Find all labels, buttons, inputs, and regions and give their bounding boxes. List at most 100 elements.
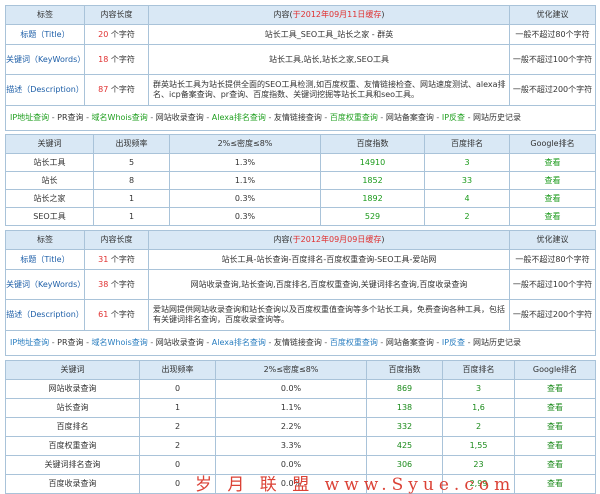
frequency-cell: 1 [93, 207, 170, 226]
google-view-link[interactable]: 查看 [514, 379, 596, 399]
tool-link[interactable]: 百度权重查询 [330, 113, 378, 122]
baidu-rank-link[interactable]: 1,6 [442, 398, 515, 418]
cache-date: 于2012年09月09日缓存 [292, 235, 382, 244]
meta-table-2: 标签 内容长度 内容(于2012年09月09日缓存) 优化建议 标题（Title… [5, 230, 596, 356]
advice-cell: 一般不超过100个字符 [509, 44, 596, 75]
content-cell: 群英站长工具为站长提供全面的SEO工具检测,如百度权重、友情链接检查、网站速度测… [148, 74, 510, 106]
google-view-link[interactable]: 查看 [514, 436, 596, 456]
col-header-keyword: 关键词 [5, 360, 140, 380]
table-row: SEO工具 1 0.3% 529 2 查看 [5, 207, 596, 226]
baidu-rank-link[interactable]: 1,55 [442, 436, 515, 456]
baidu-rank-link[interactable]: 2 [442, 417, 515, 437]
google-view-link[interactable]: 查看 [509, 207, 596, 226]
baidu-index-link[interactable]: 332 [366, 417, 443, 437]
tool-link[interactable]: 网站备案查询 [386, 113, 434, 122]
google-view-link[interactable]: 查看 [509, 189, 596, 208]
tool-link[interactable]: Alexa排名查询 [212, 113, 266, 122]
col-header-density: 2%≤密度≤8% [169, 134, 321, 154]
tool-link[interactable]: IP地址查询 [10, 338, 49, 347]
col-header-content: 内容(于2012年09月09日缓存) [148, 230, 510, 250]
baidu-index-link[interactable]: 529 [320, 207, 425, 226]
baidu-index-link[interactable]: 1852 [320, 171, 425, 190]
keyword-cell: 站长之家 [5, 189, 94, 208]
length-unit: 个字符 [110, 254, 135, 264]
col-header-baidu-rank: 百度排名 [424, 134, 510, 154]
table-row: 关键词（KeyWords） 18 个字符 站长工具,站长,站长之家,SEO工具 … [5, 44, 596, 75]
keyword-table-1: 关键词 出现频率 2%≤密度≤8% 百度指数 百度排名 Google排名 站长工… [5, 134, 596, 226]
table-row: 站长查询 1 1.1% 138 1,6 查看 [5, 398, 596, 418]
google-view-link[interactable]: 查看 [509, 171, 596, 190]
density-cell: 1.3% [169, 153, 321, 172]
google-view-link[interactable]: 查看 [514, 398, 596, 418]
frequency-cell: 2 [139, 417, 216, 437]
google-view-link[interactable]: 查看 [509, 153, 596, 172]
tool-link[interactable]: IP反查 [442, 113, 465, 122]
content-cell: 站长工具_SEO工具_站长之家 - 群英 [148, 24, 510, 45]
tool-link[interactable]: PR查询 [57, 113, 83, 122]
baidu-index-link[interactable]: 425 [366, 436, 443, 456]
tool-link[interactable]: 网站备案查询 [386, 338, 434, 347]
col-header-length: 内容长度 [84, 230, 149, 250]
tool-link[interactable]: 网站收录查询 [156, 113, 204, 122]
label-keywords: 关键词（KeyWords） [5, 269, 85, 300]
density-cell: 1.1% [215, 398, 367, 418]
content-header-prefix: 内容( [273, 10, 293, 19]
length-cell: 61 个字符 [84, 299, 149, 331]
tool-link[interactable]: 网站历史记录 [473, 338, 521, 347]
google-view-link[interactable]: 查看 [514, 455, 596, 475]
table-row: 百度排名 2 2.2% 332 2 查看 [5, 417, 596, 437]
tool-link[interactable]: 网站历史记录 [473, 113, 521, 122]
length-value: 87 [98, 85, 109, 94]
label-description: 描述（Description） [5, 74, 85, 106]
baidu-rank-link[interactable]: 3 [442, 379, 515, 399]
tool-link[interactable]: IP反查 [442, 338, 465, 347]
baidu-rank-link[interactable]: 2 [424, 207, 510, 226]
col-header-keyword: 关键词 [5, 134, 94, 154]
tool-link[interactable]: Alexa排名查询 [212, 338, 266, 347]
label-title: 标题（Title） [5, 24, 85, 45]
content-cell: 站长工具,站长,站长之家,SEO工具 [148, 44, 510, 75]
frequency-cell: 1 [139, 398, 216, 418]
tool-link[interactable]: 友情链接查询 [274, 338, 322, 347]
table-row: 站长之家 1 0.3% 1892 4 查看 [5, 189, 596, 208]
density-cell: 0.3% [169, 189, 321, 208]
length-cell: 87 个字符 [84, 74, 149, 106]
length-unit: 个字符 [110, 279, 135, 289]
table-row: 关键词（KeyWords） 38 个字符 网站收录查询,站长查询,百度排名,百度… [5, 269, 596, 300]
advice-cell: 一般不超过100个字符 [509, 269, 596, 300]
length-cell: 18 个字符 [84, 44, 149, 75]
keyword-cell: 站长工具 [5, 153, 94, 172]
baidu-index-link[interactable]: 138 [366, 398, 443, 418]
col-header-frequency: 出现频率 [139, 360, 216, 380]
tool-link[interactable]: 域名Whois查询 [92, 113, 148, 122]
keyword-cell: 站长查询 [5, 398, 140, 418]
baidu-rank-link[interactable]: 4 [424, 189, 510, 208]
tool-link[interactable]: 网站收录查询 [156, 338, 204, 347]
col-header-content: 内容(于2012年09月11日缓存) [148, 5, 510, 25]
tool-link[interactable]: 百度权重查询 [330, 338, 378, 347]
density-cell: 1.1% [169, 171, 321, 190]
keyword-cell: 关键词排名查询 [5, 455, 140, 475]
baidu-index-link[interactable]: 869 [366, 379, 443, 399]
baidu-index-link[interactable]: 1892 [320, 189, 425, 208]
table-row: 标题（Title） 31 个字符 站长工具-站长查询-百度排名-百度权重查询-S… [5, 249, 596, 270]
length-cell: 31 个字符 [84, 249, 149, 270]
label-description: 描述（Description） [5, 299, 85, 331]
baidu-rank-link[interactable]: 33 [424, 171, 510, 190]
table-row: 站长工具 5 1.3% 14910 3 查看 [5, 153, 596, 172]
density-cell: 0.0% [215, 379, 367, 399]
baidu-rank-link[interactable]: 3 [424, 153, 510, 172]
col-header-tag: 标签 [5, 5, 85, 25]
site-watermark: 岁 月 联 盟 www.Syue.com [195, 475, 516, 494]
tool-link[interactable]: PR查询 [57, 338, 83, 347]
google-view-link[interactable]: 查看 [514, 417, 596, 437]
tool-link[interactable]: 域名Whois查询 [92, 338, 148, 347]
col-header-advice: 优化建议 [509, 5, 596, 25]
tool-links: IP地址查询 - PR查询 - 域名Whois查询 - 网站收录查询 - Ale… [5, 105, 596, 131]
baidu-index-link[interactable]: 14910 [320, 153, 425, 172]
google-view-link[interactable]: 查看 [514, 474, 596, 494]
col-header-baidu-rank: 百度排名 [442, 360, 515, 380]
length-unit: 个字符 [110, 85, 135, 94]
tool-link[interactable]: 友情链接查询 [274, 113, 322, 122]
tool-link[interactable]: IP地址查询 [10, 113, 49, 122]
